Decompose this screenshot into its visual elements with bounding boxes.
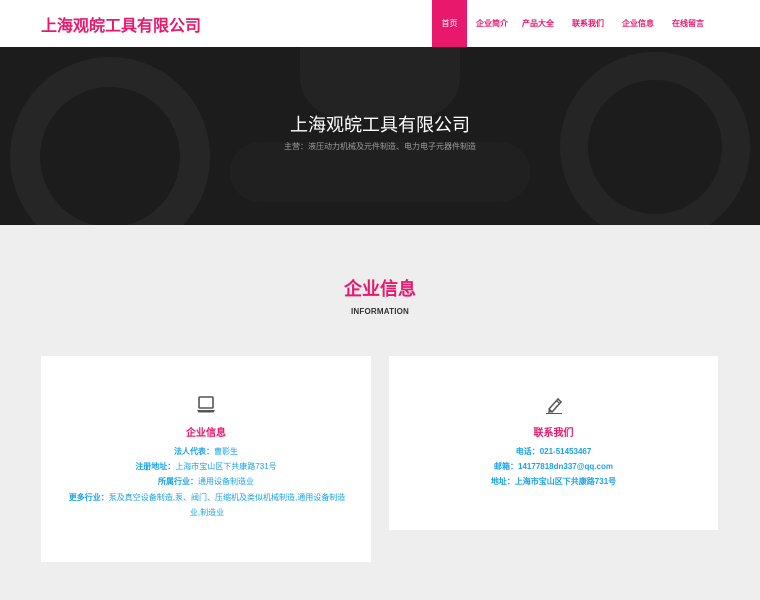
info-row-industry: 所属行业：通用设备制造业 [41, 474, 371, 489]
hero-banner: 上海观皖工具有限公司 主营：液压动力机械及元件制造、电力电子元器件制造 [0, 47, 760, 225]
nav-item-message[interactable]: 在线留言 [661, 0, 711, 47]
site-logo[interactable]: 上海观皖工具有限公司 [41, 12, 201, 36]
pencil-icon [544, 396, 564, 414]
info-value: 泵及真空设备制造,泵、阀门、压缩机及类似机械制造,通用设备制造业,制造业 [108, 493, 346, 517]
contact-row-email: 邮箱：14177818dn337@qq.com [389, 459, 718, 474]
info-label: 更多行业： [68, 493, 109, 502]
info-label: 法人代表： [174, 447, 214, 456]
info-row-address: 注册地址：上海市宝山区下共康路731号 [41, 459, 371, 474]
nav-item-contact[interactable]: 联系我们 [561, 0, 611, 47]
banner-subtitle: 主营：液压动力机械及元件制造、电力电子元器件制造 [284, 142, 476, 151]
contact-card: 联系我们 电话：021-51453467 邮箱：14177818dn337@qq… [389, 356, 718, 530]
info-row-more-industries: 更多行业：泵及真空设备制造,泵、阀门、压缩机及类似机械制造,通用设备制造业,制造… [41, 490, 371, 520]
site-header: 上海观皖工具有限公司 首页 企业简介 产品大全 联系我们 企业信息 在线留言 [0, 0, 760, 47]
info-label: 邮箱： [494, 462, 519, 471]
banner-background-shape [560, 52, 750, 225]
info-label: 注册地址： [135, 462, 176, 471]
info-label: 地址： [490, 477, 515, 486]
contact-row-address: 地址：上海市宝山区下共康路731号 [389, 474, 718, 489]
info-row-legal-rep: 法人代表：曹影生 [41, 444, 371, 459]
info-value: 14177818dn337@qq.com [518, 462, 613, 471]
info-value: 曹影生 [214, 447, 238, 456]
company-info-heading: 企业信息 [186, 428, 226, 439]
nav-item-products[interactable]: 产品大全 [511, 0, 561, 47]
info-value: 021-51453467 [539, 447, 592, 456]
company-info-card: 企业信息 法人代表：曹影生 注册地址：上海市宝山区下共康路731号 所属行业：通… [41, 356, 371, 562]
nav-item-home[interactable]: 首页 [432, 0, 467, 47]
banner-title: 上海观皖工具有限公司 [290, 115, 470, 135]
section-title: 企业信息 [344, 279, 416, 299]
contact-row-phone: 电话：021-51453467 [389, 444, 718, 459]
info-label: 所属行业： [158, 477, 198, 486]
info-value: 上海市宝山区下共康路731号 [514, 477, 617, 486]
section-subtitle: INFORMATION [350, 307, 410, 316]
contact-heading: 联系我们 [533, 428, 574, 439]
laptop-icon [196, 396, 216, 414]
main-nav: 首页 企业简介 产品大全 联系我们 企业信息 在线留言 [432, 0, 711, 47]
info-value: 上海市宝山区下共康路731号 [175, 462, 277, 471]
info-value: 通用设备制造业 [198, 477, 254, 486]
nav-item-company-info[interactable]: 企业信息 [611, 0, 661, 47]
nav-item-about[interactable]: 企业简介 [467, 0, 511, 47]
banner-background-shape [300, 47, 460, 117]
info-label: 电话： [515, 447, 540, 456]
